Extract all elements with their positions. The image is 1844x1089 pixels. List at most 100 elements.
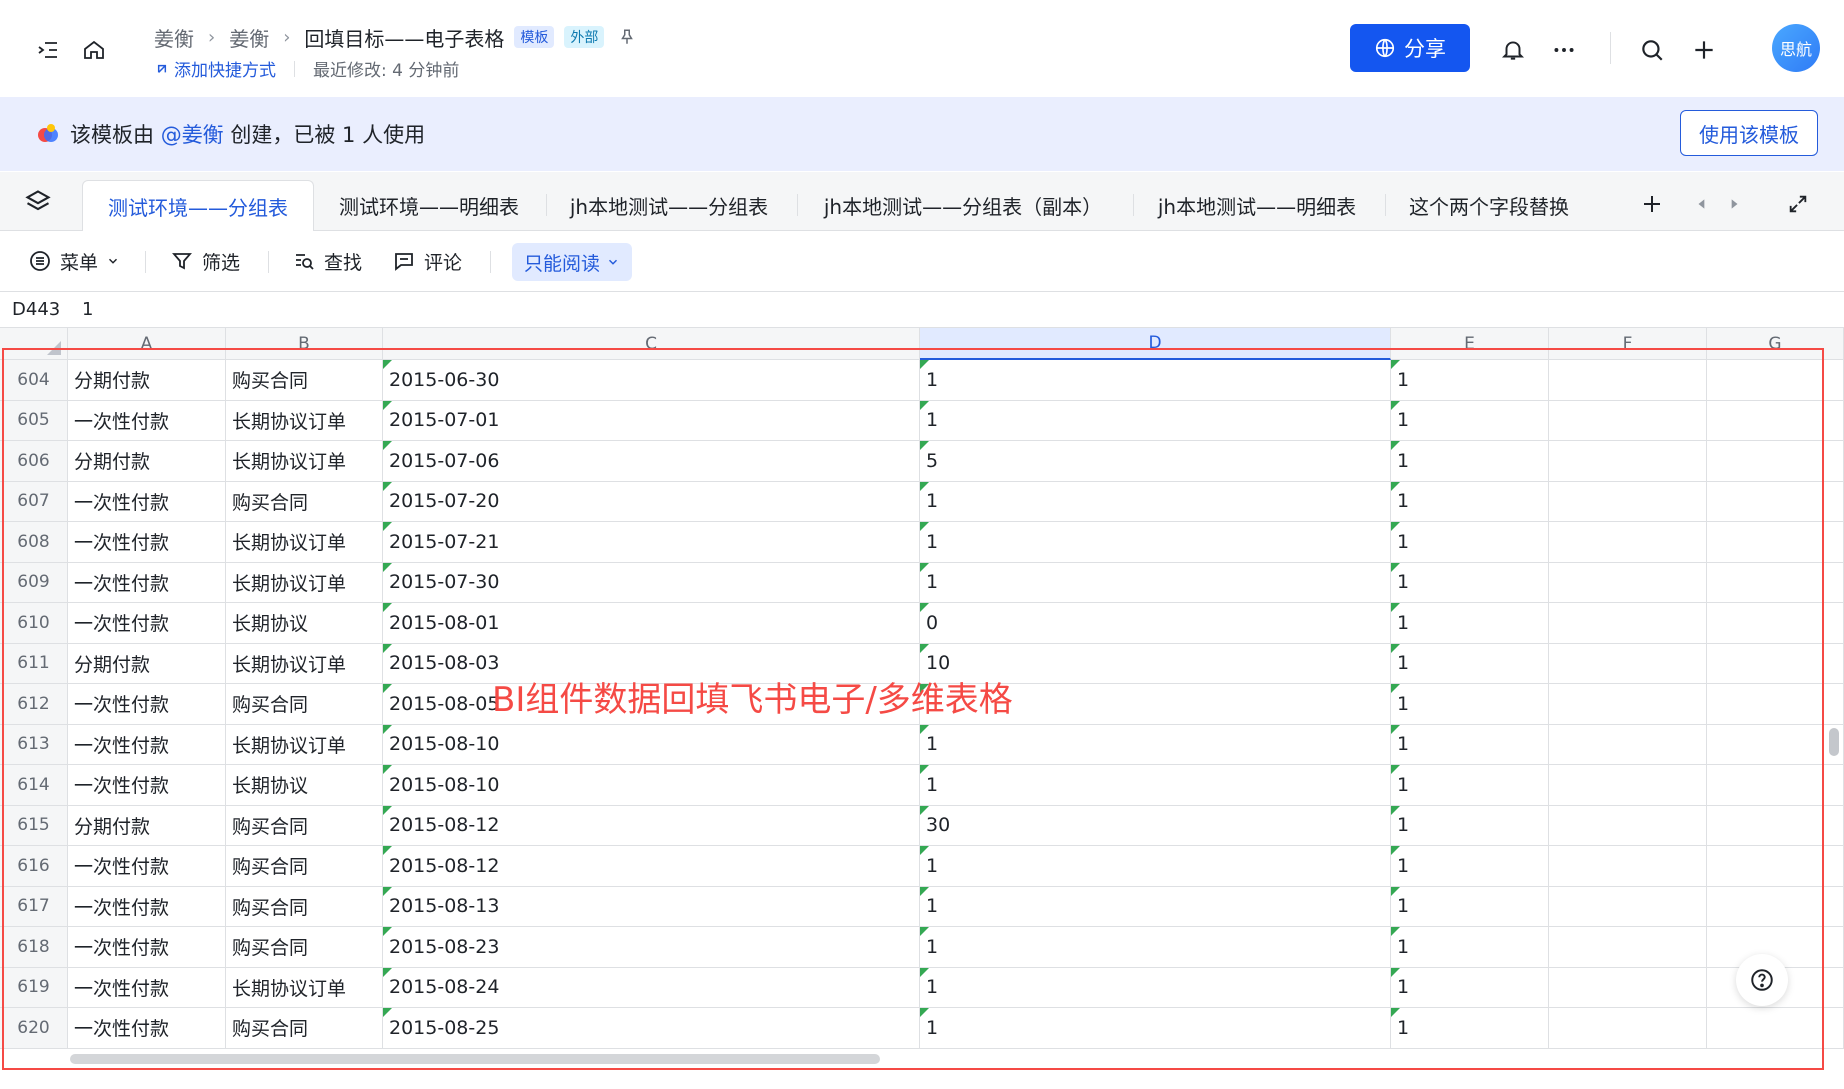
cell-empty[interactable]	[1707, 603, 1844, 644]
cell-empty[interactable]	[1549, 1008, 1707, 1049]
template-author-link[interactable]: @姜衡	[161, 123, 224, 147]
cell-d[interactable]: 30	[920, 805, 1391, 846]
vertical-scrollbar[interactable]	[1829, 728, 1839, 756]
cell-e[interactable]: 1	[1391, 967, 1549, 1008]
cell-c[interactable]: 2015-07-20	[383, 481, 920, 522]
cell-empty[interactable]	[1549, 886, 1707, 927]
cell-b[interactable]: 长期协议订单	[226, 441, 383, 482]
cell-empty[interactable]	[1549, 562, 1707, 603]
cell-b[interactable]: 长期协议订单	[226, 522, 383, 563]
tab-sheet-1[interactable]: 测试环境——分组表	[82, 180, 314, 232]
tab-sheet-3[interactable]: jh本地测试——分组表	[552, 180, 786, 230]
cell-empty[interactable]	[1707, 684, 1844, 725]
cell-c[interactable]: 2015-08-23	[383, 927, 920, 968]
cell-empty[interactable]	[1549, 927, 1707, 968]
cell-b[interactable]: 长期协议订单	[226, 967, 383, 1008]
avatar[interactable]: 思航	[1772, 24, 1820, 72]
cell-d[interactable]: 1	[920, 1008, 1391, 1049]
cell-e[interactable]: 1	[1391, 1008, 1549, 1049]
row-number[interactable]: 615	[0, 805, 68, 846]
cell-empty[interactable]	[1549, 967, 1707, 1008]
row-number[interactable]: 604	[0, 360, 68, 401]
scroll-tabs-left-icon[interactable]	[1690, 188, 1714, 220]
row-number[interactable]: 605	[0, 400, 68, 441]
cell-empty[interactable]	[1707, 522, 1844, 563]
cell-empty[interactable]	[1549, 400, 1707, 441]
scroll-tabs-right-icon[interactable]	[1722, 188, 1746, 220]
cell-d[interactable]: 1	[920, 562, 1391, 603]
cell-empty[interactable]	[1707, 1008, 1844, 1049]
cell-d[interactable]: 1	[920, 400, 1391, 441]
cell-a[interactable]: 一次性付款	[68, 522, 226, 563]
cell-empty[interactable]	[1549, 481, 1707, 522]
cell-b[interactable]: 购买合同	[226, 360, 383, 401]
cell-empty[interactable]	[1549, 805, 1707, 846]
cell-empty[interactable]	[1707, 846, 1844, 887]
cell-e[interactable]: 1	[1391, 400, 1549, 441]
column-header-e[interactable]: E	[1391, 328, 1549, 360]
cell-empty[interactable]	[1707, 360, 1844, 401]
cell-b[interactable]: 长期协议订单	[226, 562, 383, 603]
add-sheet-icon[interactable]	[1636, 188, 1668, 220]
cell-d[interactable]: 1	[920, 522, 1391, 563]
cell-e[interactable]: 1	[1391, 562, 1549, 603]
row-number[interactable]: 620	[0, 1008, 68, 1049]
tab-sheet-2[interactable]: 测试环境——明细表	[318, 180, 540, 230]
add-shortcut-link[interactable]: 添加快捷方式	[154, 56, 276, 81]
cell-d[interactable]: 1	[920, 724, 1391, 765]
cell-b[interactable]: 购买合同	[226, 927, 383, 968]
cell-d[interactable]: 1	[920, 967, 1391, 1008]
cell-e[interactable]: 1	[1391, 481, 1549, 522]
cell-a[interactable]: 分期付款	[68, 441, 226, 482]
use-template-button[interactable]: 使用该模板	[1680, 110, 1818, 156]
more-icon[interactable]	[1548, 34, 1580, 66]
row-number[interactable]: 609	[0, 562, 68, 603]
cell-d[interactable]: 0	[920, 603, 1391, 644]
cell-d[interactable]: 1	[920, 765, 1391, 806]
cell-empty[interactable]	[1549, 441, 1707, 482]
cell-a[interactable]: 一次性付款	[68, 481, 226, 522]
share-button[interactable]: 分享	[1350, 24, 1470, 72]
cell-c[interactable]: 2015-08-01	[383, 603, 920, 644]
cell-b[interactable]: 购买合同	[226, 684, 383, 725]
cell-a[interactable]: 一次性付款	[68, 1008, 226, 1049]
sidebar-toggle-icon[interactable]	[32, 34, 64, 66]
cell-a[interactable]: 一次性付款	[68, 927, 226, 968]
row-number[interactable]: 619	[0, 967, 68, 1008]
cell-e[interactable]: 1	[1391, 724, 1549, 765]
cell-c[interactable]: 2015-08-12	[383, 846, 920, 887]
document-title[interactable]: 回填目标——电子表格	[304, 23, 504, 52]
cell-a[interactable]: 一次性付款	[68, 846, 226, 887]
row-number[interactable]: 610	[0, 603, 68, 644]
cell-a[interactable]: 一次性付款	[68, 724, 226, 765]
cell-c[interactable]: 2015-08-10	[383, 765, 920, 806]
row-number[interactable]: 608	[0, 522, 68, 563]
breadcrumb-item[interactable]: 姜衡	[229, 23, 269, 52]
cell-a[interactable]: 分期付款	[68, 805, 226, 846]
cell-d[interactable]: 1	[920, 886, 1391, 927]
tab-sheet-5[interactable]: jh本地测试——明细表	[1140, 180, 1374, 230]
cell-empty[interactable]	[1549, 765, 1707, 806]
cell-b[interactable]: 长期协议	[226, 765, 383, 806]
cell-empty[interactable]	[1707, 805, 1844, 846]
formula-value[interactable]: 1	[82, 299, 93, 320]
cell-b[interactable]: 购买合同	[226, 805, 383, 846]
cell-d[interactable]: 1	[920, 846, 1391, 887]
cell-e[interactable]: 1	[1391, 927, 1549, 968]
cell-a[interactable]: 一次性付款	[68, 886, 226, 927]
cell-e[interactable]: 1	[1391, 684, 1549, 725]
cell-e[interactable]: 1	[1391, 765, 1549, 806]
cell-a[interactable]: 一次性付款	[68, 684, 226, 725]
cell-empty[interactable]	[1707, 886, 1844, 927]
cell-b[interactable]: 购买合同	[226, 846, 383, 887]
cell-empty[interactable]	[1549, 522, 1707, 563]
filter-button[interactable]: 筛选	[170, 243, 240, 279]
breadcrumb-item[interactable]: 姜衡	[154, 23, 194, 52]
cell-e[interactable]: 1	[1391, 886, 1549, 927]
row-number[interactable]: 617	[0, 886, 68, 927]
column-header-a[interactable]: A	[68, 328, 226, 360]
cell-a[interactable]: 一次性付款	[68, 967, 226, 1008]
cell-e[interactable]: 1	[1391, 522, 1549, 563]
cell-empty[interactable]	[1707, 562, 1844, 603]
cell-e[interactable]: 1	[1391, 805, 1549, 846]
